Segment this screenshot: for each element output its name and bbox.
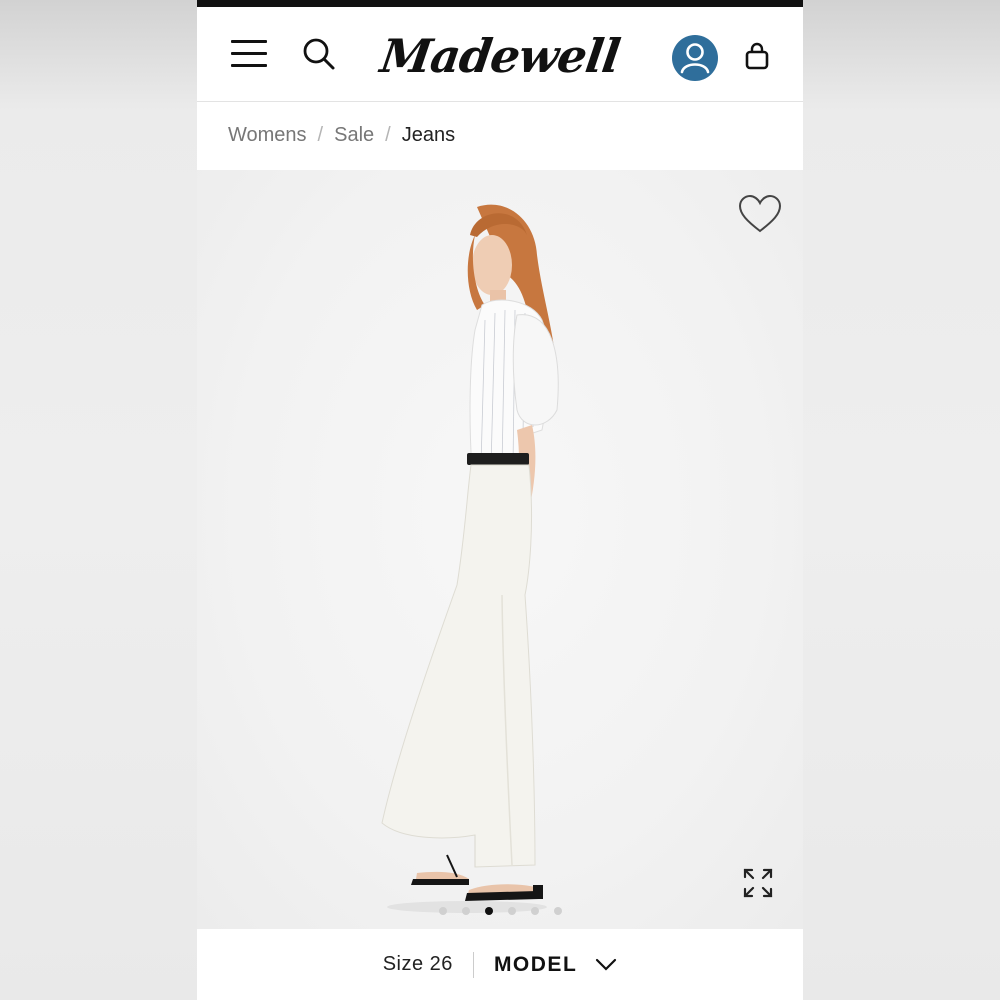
search-icon[interactable] (302, 37, 336, 71)
model-dropdown[interactable]: MODEL (494, 953, 617, 977)
carousel-dot-1[interactable] (439, 907, 447, 915)
breadcrumb-separator: / (317, 123, 324, 146)
phone-screen: Madewell Womens / Sale / Jeans Size 26 M… (197, 0, 803, 1000)
shopping-bag-icon[interactable] (745, 42, 769, 72)
carousel-dot-3[interactable] (485, 907, 493, 915)
site-header: Madewell (197, 7, 803, 102)
background-left (0, 0, 197, 1000)
background-right (803, 0, 1000, 1000)
breadcrumb: Womens / Sale / Jeans (228, 122, 455, 148)
model-photo (381, 204, 559, 913)
carousel-dot-4[interactable] (508, 907, 516, 915)
carousel-indicator (439, 907, 562, 915)
user-account-icon[interactable] (672, 35, 718, 81)
product-image[interactable] (197, 170, 803, 929)
brand-logo[interactable]: Madewell (377, 21, 623, 91)
size-model-bar: Size 26 MODEL (197, 929, 803, 1000)
breadcrumb-sale[interactable]: Sale (334, 124, 374, 147)
carousel-dot-6[interactable] (554, 907, 562, 915)
status-bar (197, 0, 803, 7)
chevron-down-icon (596, 958, 617, 971)
breadcrumb-separator: / (385, 123, 391, 146)
carousel-dot-2[interactable] (462, 907, 470, 915)
model-label: MODEL (493, 952, 578, 976)
divider (472, 951, 474, 978)
carousel-dot-5[interactable] (531, 907, 539, 915)
size-label: Size 26 (382, 953, 453, 975)
heart-icon[interactable] (737, 193, 783, 235)
breadcrumb-jeans: Jeans (401, 123, 456, 146)
expand-icon[interactable] (742, 867, 774, 899)
hamburger-menu-icon[interactable] (231, 38, 267, 70)
breadcrumb-womens[interactable]: Womens (228, 124, 307, 147)
